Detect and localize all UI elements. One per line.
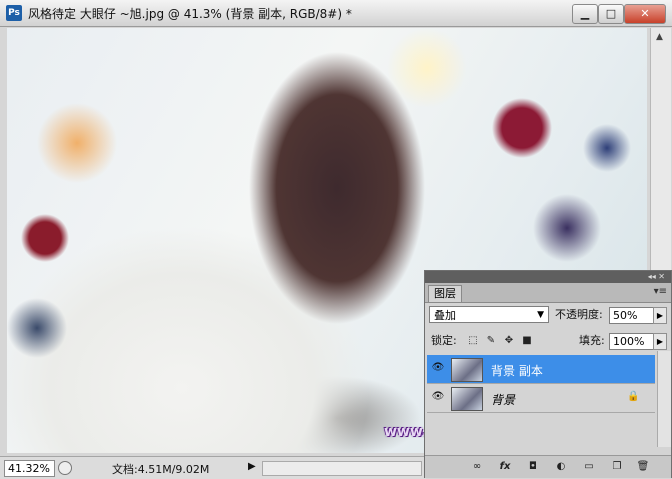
opacity-input[interactable]: 50% xyxy=(609,307,654,324)
eye-icon[interactable]: 👁 xyxy=(431,361,445,375)
photoshop-logo-icon: Ps xyxy=(6,5,22,21)
panel-toolbar: ∞ fx ◘ ◐ ▭ ❐ 🗑 xyxy=(425,455,671,478)
document-size-info: 文档:4.51M/9.02M xyxy=(112,463,210,476)
fill-label: 填充: xyxy=(579,334,605,347)
status-arrow-icon[interactable]: ▶ xyxy=(248,461,256,472)
fill-input[interactable]: 100% xyxy=(609,333,654,350)
opacity-arrow-icon[interactable]: ▶ xyxy=(653,307,667,324)
layer-name: 背景 副本 xyxy=(491,364,543,378)
status-bar: 41.32% 文档:4.51M/9.02M ▶ xyxy=(0,456,426,479)
lock-row: 锁定: ⬚ ✎ ✥ ■ 填充: 100% ▶ xyxy=(425,329,671,351)
adjustment-icon[interactable]: ◐ xyxy=(553,460,569,474)
folder-icon[interactable]: ▭ xyxy=(581,460,597,474)
blend-mode-select[interactable]: 叠加 ▼ xyxy=(429,306,549,323)
blend-row: 叠加 ▼ 不透明度: 50% ▶ xyxy=(425,303,671,325)
maximize-button[interactable]: □ xyxy=(598,4,624,24)
panel-menu-icon[interactable]: ▾≡ xyxy=(654,286,667,297)
zoom-level-input[interactable]: 41.32% xyxy=(4,460,55,477)
link-icon[interactable]: ∞ xyxy=(469,460,485,474)
chevron-down-icon: ▼ xyxy=(537,310,544,320)
opacity-label: 不透明度: xyxy=(555,308,603,321)
scroll-up-icon[interactable]: ▲ xyxy=(656,32,663,42)
horizontal-scrollbar[interactable] xyxy=(262,461,422,476)
eye-icon[interactable]: 👁 xyxy=(431,390,445,404)
minimize-button[interactable]: ▁ xyxy=(572,4,598,24)
lock-all-icon[interactable]: ■ xyxy=(521,335,533,347)
panel-header: ◂◂ ✕ xyxy=(425,271,671,283)
lock-label: 锁定: xyxy=(431,334,457,347)
layer-thumbnail xyxy=(451,387,483,411)
panel-collapse-icon[interactable]: ◂◂ ✕ xyxy=(648,271,665,283)
trash-icon[interactable]: 🗑 xyxy=(635,460,651,474)
tab-layers[interactable]: 图层 xyxy=(428,285,462,302)
panel-scrollbar[interactable] xyxy=(657,351,671,447)
blend-mode-value: 叠加 xyxy=(434,309,456,322)
panel-tabs: 图层 ▾≡ xyxy=(425,283,671,303)
fill-arrow-icon[interactable]: ▶ xyxy=(653,333,667,350)
layer-row-background[interactable]: 👁 背景 🔒 xyxy=(427,384,655,413)
lock-brush-icon[interactable]: ✎ xyxy=(485,335,497,347)
mask-icon[interactable]: ◘ xyxy=(525,460,541,474)
fx-icon[interactable]: fx xyxy=(497,460,513,474)
layer-row-background-copy[interactable]: 👁 背景 副本 xyxy=(427,355,655,384)
lock-icon: 🔒 xyxy=(627,391,640,402)
close-button[interactable]: ✕ xyxy=(624,4,666,24)
layers-panel: ◂◂ ✕ 图层 ▾≡ 叠加 ▼ 不透明度: 50% ▶ 锁定: ⬚ ✎ ✥ ■ … xyxy=(424,270,672,478)
layer-thumbnail xyxy=(451,358,483,382)
document-title: 风格待定 大眼仔 ~旭.jpg @ 41.3% (背景 副本, RGB/8#) … xyxy=(28,7,352,21)
lock-transparency-icon[interactable]: ⬚ xyxy=(467,335,479,347)
title-bar: Ps 风格待定 大眼仔 ~旭.jpg @ 41.3% (背景 副本, RGB/8… xyxy=(0,0,672,27)
status-menu-icon[interactable] xyxy=(58,461,72,475)
layer-name: 背景 xyxy=(491,393,516,407)
lock-move-icon[interactable]: ✥ xyxy=(503,335,515,347)
new-layer-icon[interactable]: ❐ xyxy=(609,460,625,474)
